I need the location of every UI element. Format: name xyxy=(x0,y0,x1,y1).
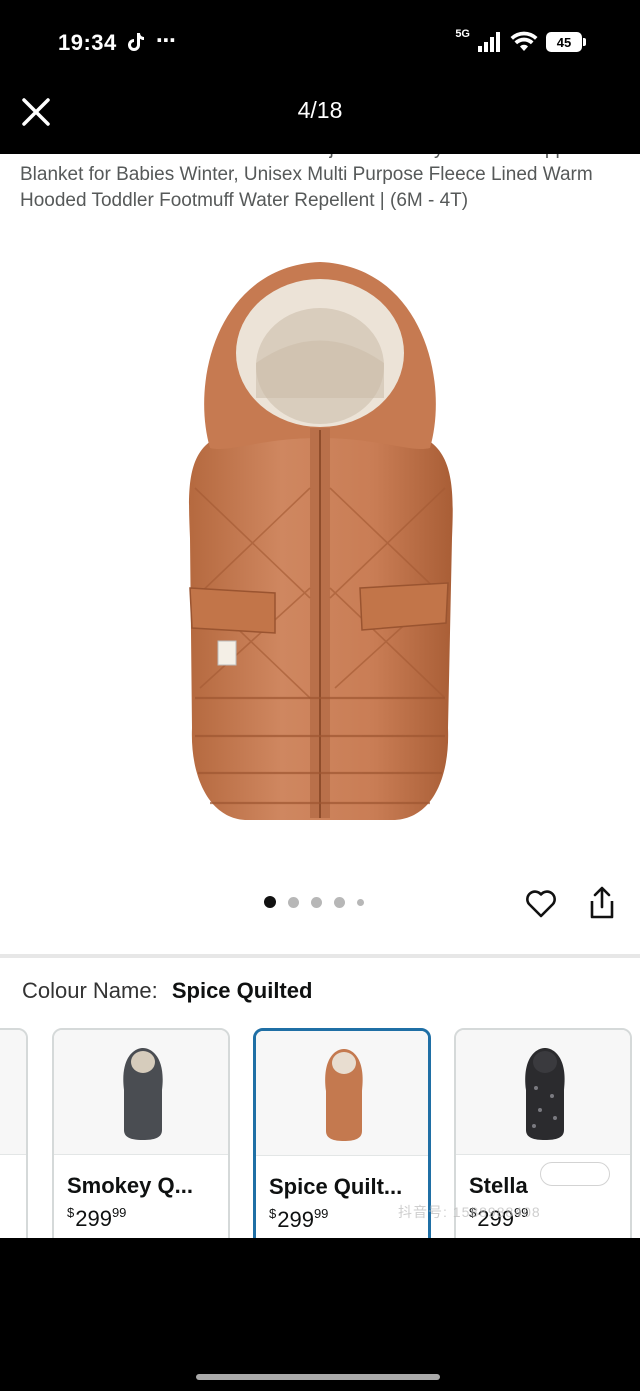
viewer-top-bar: 4/18 xyxy=(0,80,640,154)
variant-card-smokey[interactable]: Smokey Q... $29999 xyxy=(52,1028,230,1238)
home-indicator[interactable] xyxy=(196,1374,440,1380)
variant-card-partial[interactable] xyxy=(0,1028,28,1238)
variant-price: $29999 xyxy=(67,1205,127,1231)
variant-name: Spice Quilt... xyxy=(269,1174,403,1199)
variant-name: Smokey Q... xyxy=(67,1173,193,1198)
variant-image xyxy=(256,1031,428,1155)
status-bar: 19:34 ⋯ 5G 45 xyxy=(0,0,640,80)
carousel-dots xyxy=(264,896,364,908)
section-divider xyxy=(0,954,640,958)
variant-info: Smokey Q... $29999 xyxy=(54,1154,228,1238)
colour-label: Colour Name: xyxy=(22,978,158,1003)
variant-info xyxy=(0,1154,26,1238)
variant-price: $29999 xyxy=(269,1206,329,1232)
network-type: 5G xyxy=(455,28,470,40)
product-title: 7AM Enfant Stroller Blanket 212 - Adjust… xyxy=(20,154,593,211)
variant-image xyxy=(456,1030,630,1154)
image-counter: 4/18 xyxy=(297,97,343,123)
more-notifications-icon: ⋯ xyxy=(156,30,177,52)
carousel-dot[interactable] xyxy=(357,898,364,906)
tiktok-icon xyxy=(128,33,144,51)
signal-icon xyxy=(478,32,500,52)
colour-value: Spice Quilted xyxy=(171,978,313,1003)
carousel-dot[interactable] xyxy=(288,896,299,908)
watermark-badge xyxy=(540,1162,610,1186)
status-time: 19:34 xyxy=(58,30,117,55)
colour-selector-heading: Colour Name: Spice Quilted xyxy=(22,978,312,1004)
product-image[interactable] xyxy=(150,258,490,838)
variant-image xyxy=(54,1030,228,1154)
variant-image xyxy=(0,1030,26,1154)
wifi-icon xyxy=(510,31,538,51)
title-clip: 7AM Enfant Stroller Blanket 212 - Adjust… xyxy=(0,154,640,242)
variant-name: Stella xyxy=(469,1173,528,1198)
watermark-text: 抖音号: 1588988408 xyxy=(398,1204,541,1220)
carousel-dot[interactable] xyxy=(264,896,276,908)
heart-icon[interactable] xyxy=(524,886,558,920)
variant-info: Spice Quilt... $29999 xyxy=(256,1155,428,1238)
carousel-dot[interactable] xyxy=(334,896,345,908)
status-right: 5G 45 xyxy=(455,28,586,56)
share-icon[interactable] xyxy=(586,885,618,921)
product-panel: 7AM Enfant Stroller Blanket 212 - Adjust… xyxy=(0,154,640,1238)
carousel-dot[interactable] xyxy=(311,896,322,908)
battery-icon: 45 xyxy=(546,32,586,52)
